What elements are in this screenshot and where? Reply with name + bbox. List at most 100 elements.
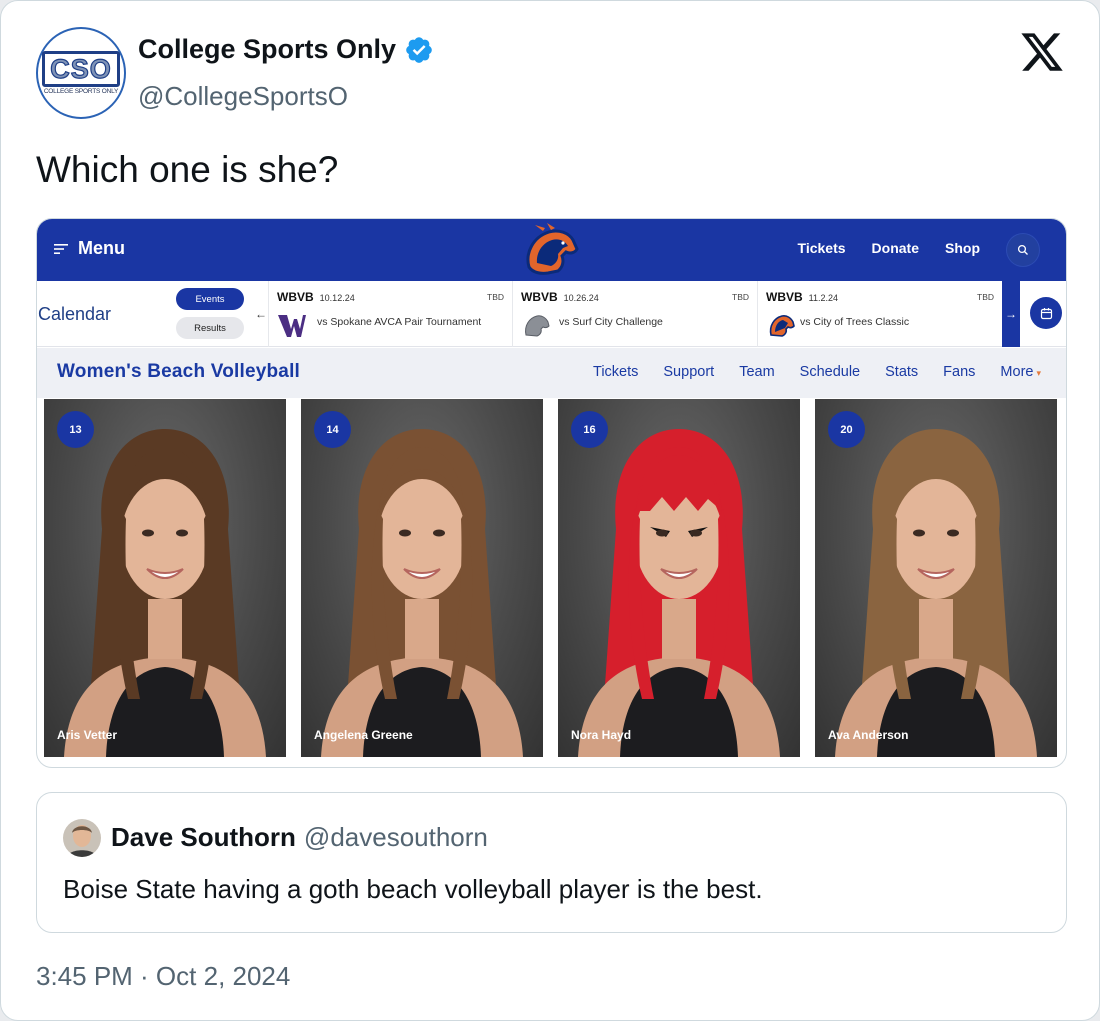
quoted-tweet[interactable]: Dave Southorn @davesouthorn Boise State …	[36, 792, 1067, 933]
event-opponent: vs Surf City Challenge	[559, 316, 663, 328]
eye-left	[399, 529, 411, 537]
jersey-number-badge: 14	[314, 411, 351, 448]
neck	[405, 599, 439, 659]
quoted-name-row: Dave Southorn @davesouthorn	[111, 822, 488, 853]
eye-right	[947, 529, 959, 537]
face	[378, 479, 466, 599]
quoted-handle[interactable]: @davesouthorn	[304, 822, 488, 853]
tweet-text: Which one is she?	[36, 149, 339, 190]
subnav-link-schedule[interactable]: Schedule	[800, 364, 860, 380]
event-status: TBD	[977, 292, 994, 302]
chevron-down-icon: ▾	[1036, 368, 1041, 378]
header-link-tickets[interactable]: Tickets	[798, 240, 846, 256]
header-links: Tickets Donate Shop	[798, 240, 980, 256]
player-name: Nora Hayd	[571, 728, 632, 742]
player-card[interactable]: 20 Ava Anderson	[815, 399, 1057, 757]
subnav-link-support[interactable]: Support	[663, 364, 714, 380]
subnav-link-fans[interactable]: Fans	[943, 364, 975, 380]
site-header: Menu Tickets Donate Shop	[37, 219, 1066, 281]
player-photo	[321, 429, 523, 757]
w-logo-icon	[278, 315, 306, 337]
calendar-label: Calendar	[38, 304, 112, 324]
event-card[interactable]: WBVB 10.12.24 TBD vs Spokane AVCA Pair T…	[268, 281, 512, 347]
eye-right	[690, 529, 702, 537]
event-tag: WBVB	[766, 290, 803, 304]
event-tag: WBVB	[521, 290, 558, 304]
subnav-link-tickets[interactable]: Tickets	[593, 364, 638, 380]
x-logo-icon[interactable]	[1019, 29, 1065, 75]
jersey-number-badge: 20	[828, 411, 865, 448]
next-arrow-button[interactable]: →	[1002, 281, 1020, 347]
author-name-row: College Sports Only	[138, 34, 434, 65]
eye-left	[656, 529, 668, 537]
cso-logo-subtext: COLLEGE SPORTS ONLY	[43, 88, 119, 95]
neck	[919, 599, 953, 659]
player-card[interactable]: 16 Nora Hayd	[558, 399, 800, 757]
attached-screenshot[interactable]: Menu Tickets Donate Shop Calendar Events…	[36, 218, 1067, 768]
author-display-name[interactable]: College Sports Only	[138, 34, 396, 65]
search-icon	[1017, 244, 1028, 255]
sport-subnav: Women's Beach Volleyball Tickets Support…	[37, 348, 1066, 398]
eye-left	[913, 529, 925, 537]
tweet-card: CSO COLLEGE SPORTS ONLY College Sports O…	[0, 0, 1100, 1021]
menu-button[interactable]: Menu	[54, 238, 125, 259]
bronco-logo-icon	[769, 315, 795, 337]
quoted-author-avatar[interactable]	[63, 819, 101, 857]
neck	[148, 599, 182, 659]
event-status: TBD	[487, 292, 504, 302]
next-arrow-icon: →	[1005, 307, 1017, 321]
event-card[interactable]: WBVB 11.2.24 TBD vs City of Trees Classi…	[757, 281, 1002, 347]
event-card[interactable]: WBVB 10.26.24 TBD vs Surf City Challenge	[512, 281, 757, 347]
player-name: Angelena Greene	[314, 728, 413, 742]
jersey-number-badge: 13	[57, 411, 94, 448]
prev-arrow-icon[interactable]: ←	[255, 307, 267, 321]
player-photo	[64, 429, 266, 757]
neck	[662, 599, 696, 659]
jersey-number-badge: 16	[571, 411, 608, 448]
bronco-logo-icon[interactable]	[515, 223, 585, 279]
calendar-side	[1020, 281, 1066, 347]
player-name: Aris Vetter	[57, 728, 118, 742]
face	[121, 479, 209, 599]
event-tag: WBVB	[277, 290, 314, 304]
sport-title[interactable]: Women's Beach Volleyball	[57, 361, 300, 383]
player-name: Ava Anderson	[828, 728, 909, 742]
subnav-link-team[interactable]: Team	[739, 364, 774, 380]
eye-right	[433, 529, 445, 537]
header-link-shop[interactable]: Shop	[945, 240, 980, 256]
author-avatar[interactable]: CSO COLLEGE SPORTS ONLY	[36, 27, 126, 119]
gray-bronco-logo-icon	[525, 315, 550, 337]
face	[892, 479, 980, 599]
event-date: 11.2.24	[808, 293, 839, 303]
subnav-link-stats[interactable]: Stats	[885, 364, 918, 380]
event-status: TBD	[732, 292, 749, 302]
eye-right	[176, 529, 188, 537]
tweet-timestamp[interactable]: 3:45 PM · Oct 2, 2024	[36, 961, 290, 992]
subnav-more[interactable]: More ▾	[1000, 364, 1041, 380]
header-link-donate[interactable]: Donate	[872, 240, 919, 256]
quoted-display-name[interactable]: Dave Southorn	[111, 822, 296, 853]
menu-label: Menu	[78, 238, 125, 258]
cso-logo-text: CSO	[42, 51, 120, 87]
verified-badge-icon	[406, 36, 432, 63]
subnav-links: Tickets Support Team Schedule Stats Fans…	[593, 364, 1041, 380]
event-opponent: vs City of Trees Classic	[800, 316, 910, 328]
search-button[interactable]	[1006, 233, 1040, 267]
eye-left	[142, 529, 154, 537]
roster-grid: 13 Aris Vetter 14 Angelena Greene 16 Nor…	[44, 399, 1059, 757]
calendar-bar: Calendar Events Results ← WBVB 10.12.24 …	[37, 281, 1066, 347]
hamburger-icon	[54, 243, 68, 254]
player-photo	[835, 429, 1037, 757]
subnav-more-label: More	[1000, 364, 1034, 380]
player-card[interactable]: 14 Angelena Greene	[301, 399, 543, 757]
player-photo	[578, 429, 780, 757]
event-opponent: vs Spokane AVCA Pair Tournament	[317, 316, 482, 328]
event-date: 10.12.24	[319, 293, 355, 303]
calendar-button[interactable]	[1030, 297, 1062, 329]
results-tab[interactable]: Results	[176, 317, 244, 339]
player-card[interactable]: 13 Aris Vetter	[44, 399, 286, 757]
quoted-tweet-text: Boise State having a goth beach volleyba…	[63, 874, 763, 904]
author-handle[interactable]: @CollegeSportsO	[138, 81, 348, 112]
event-date: 10.26.24	[563, 293, 599, 303]
events-tab[interactable]: Events	[176, 288, 244, 310]
